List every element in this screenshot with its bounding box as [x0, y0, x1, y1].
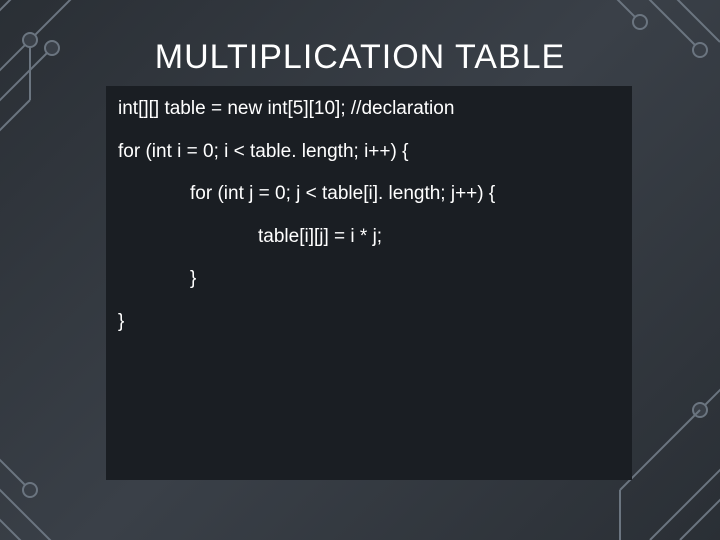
- slide-title: MULTIPLICATION TABLE: [0, 38, 720, 77]
- code-line-2: for (int i = 0; i < table. length; i++) …: [118, 139, 620, 166]
- code-line-4: table[i][j] = i * j;: [118, 224, 620, 251]
- code-block: int[][] table = new int[5][10]; //declar…: [106, 86, 632, 480]
- code-line-5: }: [118, 266, 620, 293]
- code-line-3: for (int j = 0; j < table[i]. length; j+…: [118, 181, 620, 208]
- code-line-6: }: [118, 309, 620, 336]
- code-line-1: int[][] table = new int[5][10]; //declar…: [118, 96, 620, 123]
